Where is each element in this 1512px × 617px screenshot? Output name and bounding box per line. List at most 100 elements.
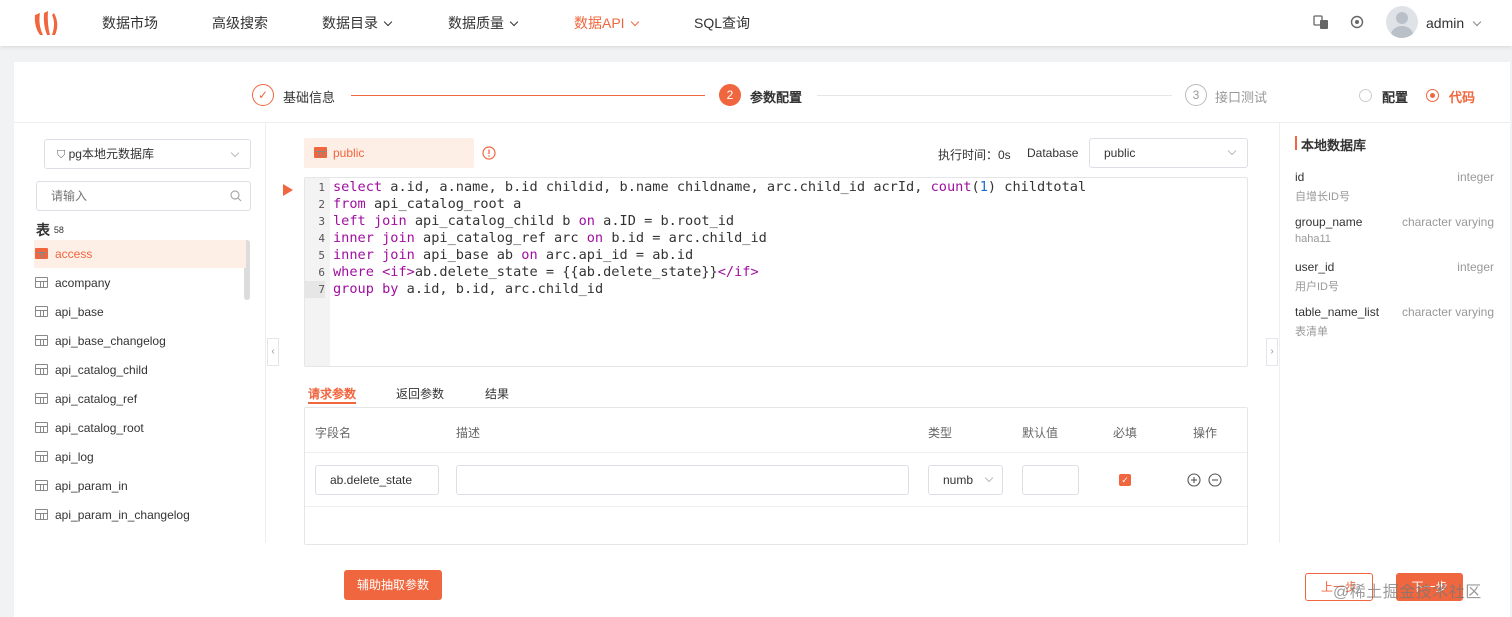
table-list-item[interactable]: api_catalog_ref — [34, 385, 246, 413]
param-type-select[interactable]: numb — [928, 465, 1003, 495]
code-token: b — [504, 179, 514, 195]
code-token: id — [406, 179, 424, 195]
user-menu[interactable]: admin — [1426, 0, 1482, 46]
database-label: Database — [1027, 146, 1079, 160]
table-list-item[interactable]: api_log — [34, 443, 246, 471]
code-token: ab — [414, 264, 432, 280]
code-token: arc — [504, 281, 530, 297]
code-token: join — [382, 247, 415, 263]
field-desc: haha11 — [1295, 233, 1331, 245]
translate-icon[interactable] — [1313, 14, 1329, 30]
table-list-item[interactable]: api_param_in — [34, 472, 246, 500]
settings-icon[interactable] — [1349, 14, 1365, 30]
sql-code-editor[interactable]: 1 select a.id, a.name, b.id childid, b.na… — [304, 177, 1248, 367]
line-number: 6 — [318, 266, 325, 279]
warning-icon[interactable] — [482, 146, 496, 160]
table-icon — [35, 248, 48, 259]
datasource-value: pg本地元数据库 — [68, 147, 154, 161]
table-list-item[interactable]: access — [34, 240, 246, 268]
code-token: , — [914, 179, 931, 195]
field-name: table_name_list — [1295, 305, 1380, 319]
code-token: b — [611, 230, 620, 246]
avatar[interactable] — [1386, 6, 1418, 38]
code-token: . — [668, 213, 677, 229]
code-token: arc — [668, 230, 694, 246]
schema-tag[interactable]: public — [304, 138, 474, 168]
table-icon — [35, 509, 48, 520]
chevron-down-icon — [509, 17, 519, 27]
table-name: api_log — [55, 450, 94, 464]
nav-label: 数据质量 — [448, 15, 504, 31]
mode-radio-code[interactable] — [1426, 89, 1439, 102]
field-type: integer — [1457, 260, 1494, 274]
code-token: = {{ — [537, 264, 579, 280]
param-default-input[interactable] — [1022, 465, 1079, 495]
code-token: inner — [333, 247, 374, 263]
table-search-input[interactable] — [37, 182, 217, 210]
code-token: 1 — [979, 179, 988, 195]
sql-editor-area: public 执行时间：0s Database public 1 select a… — [283, 123, 1250, 605]
tab-response-params[interactable]: 返回参数 — [396, 385, 444, 402]
code-token: = — [644, 230, 669, 246]
code-token: . — [529, 281, 538, 297]
code-token: ) — [987, 179, 1005, 195]
collapse-left-button[interactable]: ‹ — [267, 338, 279, 366]
code-line: select a.id, a.name, b.id childid, b.nam… — [333, 179, 1086, 196]
tab-request-params[interactable]: 请求参数 — [308, 385, 356, 402]
tab-result[interactable]: 结果 — [485, 385, 509, 402]
field-info-panel: 本地数据库 id integer 自增长ID号 group_name character… — [1279, 123, 1510, 543]
param-field-input[interactable]: ab.delete_state — [315, 465, 439, 495]
code-token: count — [930, 179, 972, 195]
code-token: ab — [578, 264, 595, 280]
code-token: child_id — [799, 179, 866, 195]
collapse-right-button[interactable]: › — [1266, 338, 1278, 366]
required-checkbox[interactable]: ✓ — [1119, 474, 1131, 486]
remove-row-icon[interactable] — [1208, 473, 1222, 487]
run-arrow-icon[interactable] — [283, 184, 293, 196]
mode-code-label[interactable]: 代码 — [1449, 87, 1475, 106]
code-token: b — [455, 281, 464, 297]
table-list-item[interactable]: api_catalog_root — [34, 414, 246, 442]
step-2-label: 参数配置 — [750, 90, 803, 105]
table-list-item[interactable]: api_catalog_child — [34, 356, 246, 384]
code-token: arc — [766, 179, 792, 195]
datasource-select[interactable]: ⛉ pg本地元数据库 — [44, 139, 251, 169]
field-name: id — [1295, 170, 1305, 184]
table-name: api_base — [55, 305, 104, 319]
code-token: name — [455, 179, 489, 195]
database-select[interactable]: public — [1089, 138, 1248, 168]
table-list-item[interactable]: api_base — [34, 298, 246, 326]
nav-data-api[interactable]: 数据API — [574, 0, 639, 46]
brand-logo-icon[interactable] — [32, 9, 62, 37]
mode-config-label[interactable]: 配置 — [1382, 87, 1408, 106]
nav-data-market[interactable]: 数据市场 — [102, 0, 158, 46]
nav-advanced-search[interactable]: 高级搜索 — [212, 0, 268, 46]
table-divider — [305, 452, 1247, 453]
table-name: api_base_changelog — [55, 334, 166, 348]
tables-heading: 表 58 — [36, 220, 64, 240]
table-name: api_param_in_changelog — [55, 508, 190, 522]
table-list-item[interactable]: acompany — [34, 269, 246, 297]
nav-data-catalog[interactable]: 数据目录 — [322, 0, 393, 46]
line-number: 4 — [318, 232, 325, 245]
nav-data-quality[interactable]: 数据质量 — [448, 0, 519, 46]
table-icon — [35, 480, 48, 491]
param-desc-input[interactable] — [456, 465, 909, 495]
code-token: childname — [676, 179, 751, 195]
mode-radio-config[interactable] — [1359, 89, 1372, 102]
code-token: a — [439, 179, 448, 195]
code-token: <if> — [382, 264, 415, 280]
code-token: . — [668, 247, 677, 263]
table-list-item[interactable]: api_param_in_changelog — [34, 501, 246, 529]
add-row-icon[interactable] — [1187, 473, 1201, 487]
assist-extract-button[interactable]: 辅助抽取参数 — [344, 570, 442, 600]
table-list-item[interactable]: api_base_changelog — [34, 327, 246, 355]
search-icon[interactable] — [230, 190, 242, 202]
nav-sql-query[interactable]: SQL查询 — [694, 0, 750, 46]
